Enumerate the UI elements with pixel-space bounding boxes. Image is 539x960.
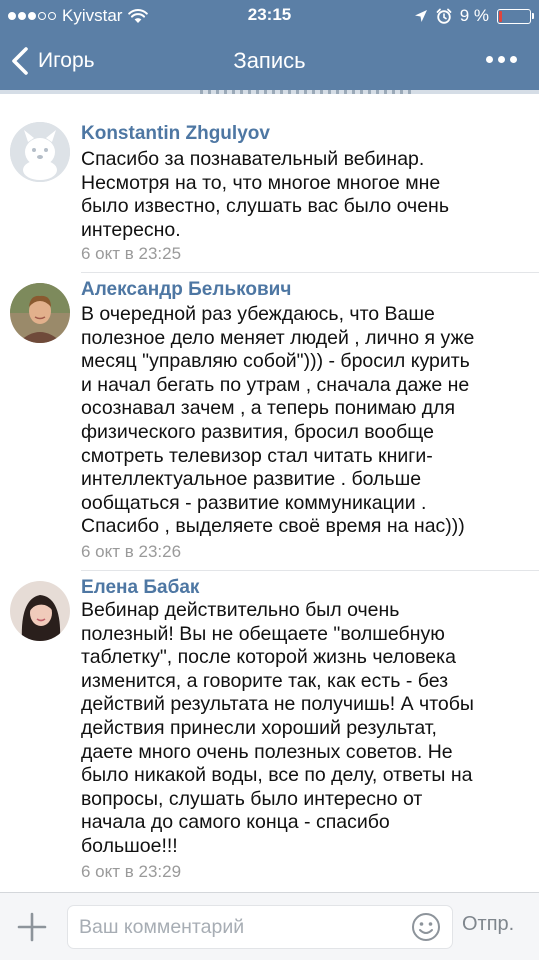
top-bar: Kyivstar 23:15 9 % Игорь Запись xyxy=(0,0,539,94)
send-button[interactable]: Отпр. xyxy=(462,913,514,936)
more-dot xyxy=(498,56,505,63)
back-button[interactable]: Игорь xyxy=(10,44,95,78)
comment-line: вопросы, слушать было интересно от xyxy=(81,787,423,810)
battery-percent: 9 % xyxy=(459,6,489,25)
back-label: Игорь xyxy=(38,49,95,72)
comment-text: В очередной раз убеждаюсь, что Ваше поле… xyxy=(81,303,531,539)
comment-line: действий результата не получишь! А чтобы xyxy=(81,693,474,716)
comment-line: таблетку", после которой жизнь человека xyxy=(81,646,456,669)
more-dot xyxy=(510,56,517,63)
comment-timestamp: 6 окт в 23:26 xyxy=(81,542,182,561)
comment-line: действия принесли хороший результат, xyxy=(81,716,437,739)
comment-divider xyxy=(81,272,539,273)
navigation-bar: Игорь Запись xyxy=(0,32,539,90)
comment-line: физического развития, бросил вообще xyxy=(81,420,434,443)
comment-line: В очередной раз убеждаюсь, что Ваше xyxy=(81,303,435,325)
status-bar: Kyivstar 23:15 9 % xyxy=(0,0,539,32)
comment-line: интересно. xyxy=(81,218,181,241)
comment-timestamp: 6 окт в 23:25 xyxy=(81,244,182,263)
comment-author[interactable]: Konstantin Zhgulyov xyxy=(81,123,270,145)
smiley-icon xyxy=(412,913,440,941)
comment-author[interactable]: Елена Бабак xyxy=(81,577,199,599)
more-dot xyxy=(486,56,493,63)
location-arrow-icon xyxy=(414,10,427,22)
comment-line: большое!!! xyxy=(81,834,178,857)
man-photo-avatar-icon xyxy=(10,283,70,343)
comment-line: даете много очень полезных советов. Не xyxy=(81,740,453,763)
comment-line: полезный! Вы не обещаете "волшебную xyxy=(81,622,445,645)
plus-icon xyxy=(17,912,47,942)
dog-avatar-icon xyxy=(10,122,70,182)
status-right: 9 % xyxy=(414,6,534,26)
comment-line: смотреть телевизор стал читать книги- xyxy=(81,444,433,467)
comment-input[interactable] xyxy=(67,905,453,949)
alarm-clock-icon xyxy=(436,8,452,24)
comment-line: ообщаться - развитие коммуникации . xyxy=(81,491,427,514)
comment-text: Спасибо за познавательный вебинар. Несмо… xyxy=(81,148,531,242)
comment-line: интеллектуальное развитие . больше xyxy=(81,468,422,491)
comment-line: Спасибо , выделяете своё время на нас))) xyxy=(81,515,465,538)
avatar[interactable] xyxy=(10,581,70,641)
comment-timestamp: 6 окт в 23:29 xyxy=(81,862,182,881)
comment-line: Вебинар действительно был очень xyxy=(81,599,400,621)
comment-line: изменится, а говорите так, как есть - бе… xyxy=(81,669,449,692)
add-attachment-button[interactable] xyxy=(14,909,50,945)
comment-line: месяц "управляю собой"))) - бросил курит… xyxy=(81,350,470,373)
battery-level-fill xyxy=(499,10,502,22)
emoji-button[interactable] xyxy=(411,912,441,942)
comment-line: осознавал зачем , а теперь понимаю для xyxy=(81,397,456,420)
comment-line: было никакой воды, все по делу, ответы н… xyxy=(81,764,473,787)
comment-divider xyxy=(81,570,539,571)
comment-line: Спасибо за познавательный вебинар. xyxy=(81,148,425,170)
chevron-left-icon xyxy=(12,47,28,75)
comment-line: было известно, слушать вас было очень xyxy=(81,195,449,218)
comment-line: начала до самого конца - спасибо xyxy=(81,811,390,834)
comment-line: Несмотря на то, что многое многое мне xyxy=(81,171,441,194)
avatar[interactable] xyxy=(10,122,70,182)
more-options-icon[interactable] xyxy=(486,56,517,63)
comment-line: полезное дело меняет людей , лично я уже xyxy=(81,326,475,349)
comment-line: и начал бегать по утрам , сначала даже н… xyxy=(81,373,470,396)
woman-photo-avatar-icon xyxy=(10,581,70,641)
comment-input-bar: Отпр. xyxy=(0,892,539,960)
comments-list[interactable]: Konstantin Zhgulyov Спасибо за познавате… xyxy=(0,94,539,892)
avatar[interactable] xyxy=(10,283,70,343)
comment-text: Вебинар действительно был очень полезный… xyxy=(81,599,531,859)
battery-icon xyxy=(497,8,534,24)
comment-author[interactable]: Александр Белькович xyxy=(81,279,291,301)
